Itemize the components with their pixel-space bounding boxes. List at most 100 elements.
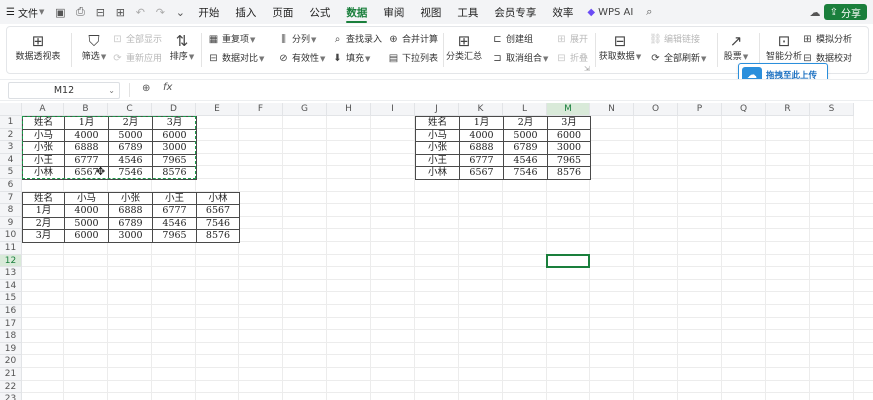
table2-cell[interactable]: 小林 xyxy=(196,191,240,206)
column-header-Q[interactable]: Q xyxy=(722,103,766,116)
row-header-9[interactable]: 9 xyxy=(0,216,22,230)
column-header-K[interactable]: K xyxy=(459,103,503,116)
table1-cell[interactable]: 7546 xyxy=(108,166,153,180)
table3-cell[interactable]: 6777 xyxy=(459,153,504,168)
table2-cell[interactable]: 3月 xyxy=(22,229,65,243)
wps-ai-button[interactable]: ◆ WPS AI xyxy=(581,0,639,24)
simulation-analysis-button[interactable]: ⊞ 模拟分析 xyxy=(801,32,852,48)
row-header-4[interactable]: 4 xyxy=(0,153,22,167)
table3-cell[interactable]: 6567 xyxy=(459,166,504,180)
row-header-10[interactable]: 10 xyxy=(0,229,22,242)
table3-cell[interactable]: 4000 xyxy=(459,128,504,143)
row-header-1[interactable]: 1 xyxy=(0,116,22,129)
table3-cell[interactable]: 3月 xyxy=(547,116,591,130)
share-button[interactable]: ⇪ 分享 xyxy=(823,4,867,20)
table1-cell[interactable]: 4000 xyxy=(64,128,109,143)
column-header-N[interactable]: N xyxy=(590,103,634,116)
row-header-8[interactable]: 8 xyxy=(0,204,22,217)
edit-links-button[interactable]: ⛓ 编辑链接 xyxy=(649,32,700,48)
table2-cell[interactable]: 7965 xyxy=(152,229,197,243)
ungroup-button[interactable]: ⊐ 取消组合▼ xyxy=(491,51,548,67)
print-preview-icon[interactable]: ⊞ xyxy=(110,0,130,24)
undo-icon[interactable]: ↶ xyxy=(130,0,150,24)
save-icon[interactable]: ▣ xyxy=(50,0,70,24)
table2-cell[interactable]: 小马 xyxy=(64,191,109,206)
table1-cell[interactable]: 7965 xyxy=(152,153,197,168)
table1-cell[interactable]: 小林 xyxy=(22,166,65,180)
pivot-table-button[interactable]: ⊞ 数据透视表 xyxy=(11,28,65,72)
table1-cell[interactable]: 小马 xyxy=(22,128,65,143)
column-header-S[interactable]: S xyxy=(810,103,854,116)
tab-0[interactable]: 开始 xyxy=(190,0,227,24)
row-header-23[interactable]: 23 xyxy=(0,393,22,400)
column-header-C[interactable]: C xyxy=(108,103,152,116)
table3-cell[interactable]: 8576 xyxy=(547,166,591,180)
row-header-7[interactable]: 7 xyxy=(0,191,22,205)
table3-cell[interactable]: 4546 xyxy=(503,153,548,168)
print-icon[interactable]: ⊟ xyxy=(90,0,110,24)
row-header-19[interactable]: 19 xyxy=(0,342,22,356)
table2-cell[interactable]: 2月 xyxy=(22,216,65,231)
table1-cell[interactable]: 5000 xyxy=(108,128,153,143)
row-header-21[interactable]: 21 xyxy=(0,368,22,381)
table2-cell[interactable]: 姓名 xyxy=(22,191,65,206)
fill-button[interactable]: ⬇ 填充▼ xyxy=(331,51,370,67)
table1-cell[interactable]: 6789 xyxy=(108,141,153,155)
tab-5[interactable]: 审阅 xyxy=(375,0,412,24)
tab-7[interactable]: 工具 xyxy=(449,0,486,24)
table3-cell[interactable]: 6789 xyxy=(503,141,548,155)
tab-9[interactable]: 效率 xyxy=(544,0,581,24)
column-header-L[interactable]: L xyxy=(503,103,547,116)
table2-cell[interactable]: 4000 xyxy=(64,204,109,218)
table3-cell[interactable]: 小林 xyxy=(415,166,460,180)
row-header-3[interactable]: 3 xyxy=(0,141,22,154)
export-pdf-icon[interactable]: ⎙ xyxy=(70,0,90,24)
table2-cell[interactable]: 6000 xyxy=(64,229,109,243)
table1-cell[interactable]: 姓名 xyxy=(22,116,65,130)
file-menu[interactable]: ☰ 文件 ▼ xyxy=(0,0,50,24)
table3-cell[interactable]: 6888 xyxy=(459,141,504,155)
table3-cell[interactable]: 小张 xyxy=(415,141,460,155)
table2-cell[interactable]: 6789 xyxy=(108,216,153,231)
table2-cell[interactable]: 4546 xyxy=(152,216,197,231)
table1-cell[interactable]: 小张 xyxy=(22,141,65,155)
table1-cell[interactable]: 6888 xyxy=(64,141,109,155)
cloud-sync-icon[interactable]: ☁ xyxy=(807,4,823,20)
table2-cell[interactable]: 7546 xyxy=(196,216,240,231)
table2-cell[interactable]: 小张 xyxy=(108,191,153,206)
table2-cell[interactable]: 8576 xyxy=(196,229,240,243)
table3-cell[interactable]: 7546 xyxy=(503,166,548,180)
consolidate-button[interactable]: ⊕ 合并计算 xyxy=(387,32,438,48)
table3-cell[interactable]: 小马 xyxy=(415,128,460,143)
column-header-J[interactable]: J xyxy=(415,103,459,116)
formula-input[interactable] xyxy=(184,82,864,97)
table1-cell[interactable]: 2月 xyxy=(108,116,153,130)
data-compare-button[interactable]: ⊟ 数据对比▼ xyxy=(207,51,264,67)
tab-1[interactable]: 插入 xyxy=(227,0,264,24)
column-header-P[interactable]: P xyxy=(678,103,722,116)
table1-cell[interactable]: 3000 xyxy=(152,141,197,155)
table2-cell[interactable]: 6567 xyxy=(196,204,240,218)
column-header-R[interactable]: R xyxy=(766,103,810,116)
table1-cell[interactable]: 1月 xyxy=(64,116,109,130)
redo-icon[interactable]: ↷ xyxy=(150,0,170,24)
expand-button[interactable]: ⊞ 展开 xyxy=(555,32,588,48)
column-header-D[interactable]: D xyxy=(152,103,196,116)
column-header-G[interactable]: G xyxy=(283,103,327,116)
text-to-columns-button[interactable]: ⫼ 分列▼ xyxy=(277,32,316,48)
column-header-A[interactable]: A xyxy=(22,103,64,116)
column-header-H[interactable]: H xyxy=(327,103,371,116)
tab-8[interactable]: 会员专享 xyxy=(486,0,544,24)
row-header-15[interactable]: 15 xyxy=(0,292,22,305)
row-header-12[interactable]: 12 xyxy=(0,254,22,268)
row-header-5[interactable]: 5 xyxy=(0,166,22,179)
row-header-17[interactable]: 17 xyxy=(0,317,22,331)
row-header-11[interactable]: 11 xyxy=(0,242,22,255)
tab-2[interactable]: 页面 xyxy=(264,0,301,24)
spreadsheet-grid[interactable]: A B C D E F G H I J K L M N O P Q R S 1 2 3 4 5 6 7 8 9 10 11 12 13 14 15… xyxy=(0,103,873,400)
search-icon[interactable]: ⌕ xyxy=(639,0,659,24)
column-header-M[interactable]: M xyxy=(547,103,590,116)
tab-6[interactable]: 视图 xyxy=(412,0,449,24)
column-header-B[interactable]: B xyxy=(64,103,108,116)
lookup-entry-button[interactable]: ⌕ 查找录入 xyxy=(331,32,382,48)
